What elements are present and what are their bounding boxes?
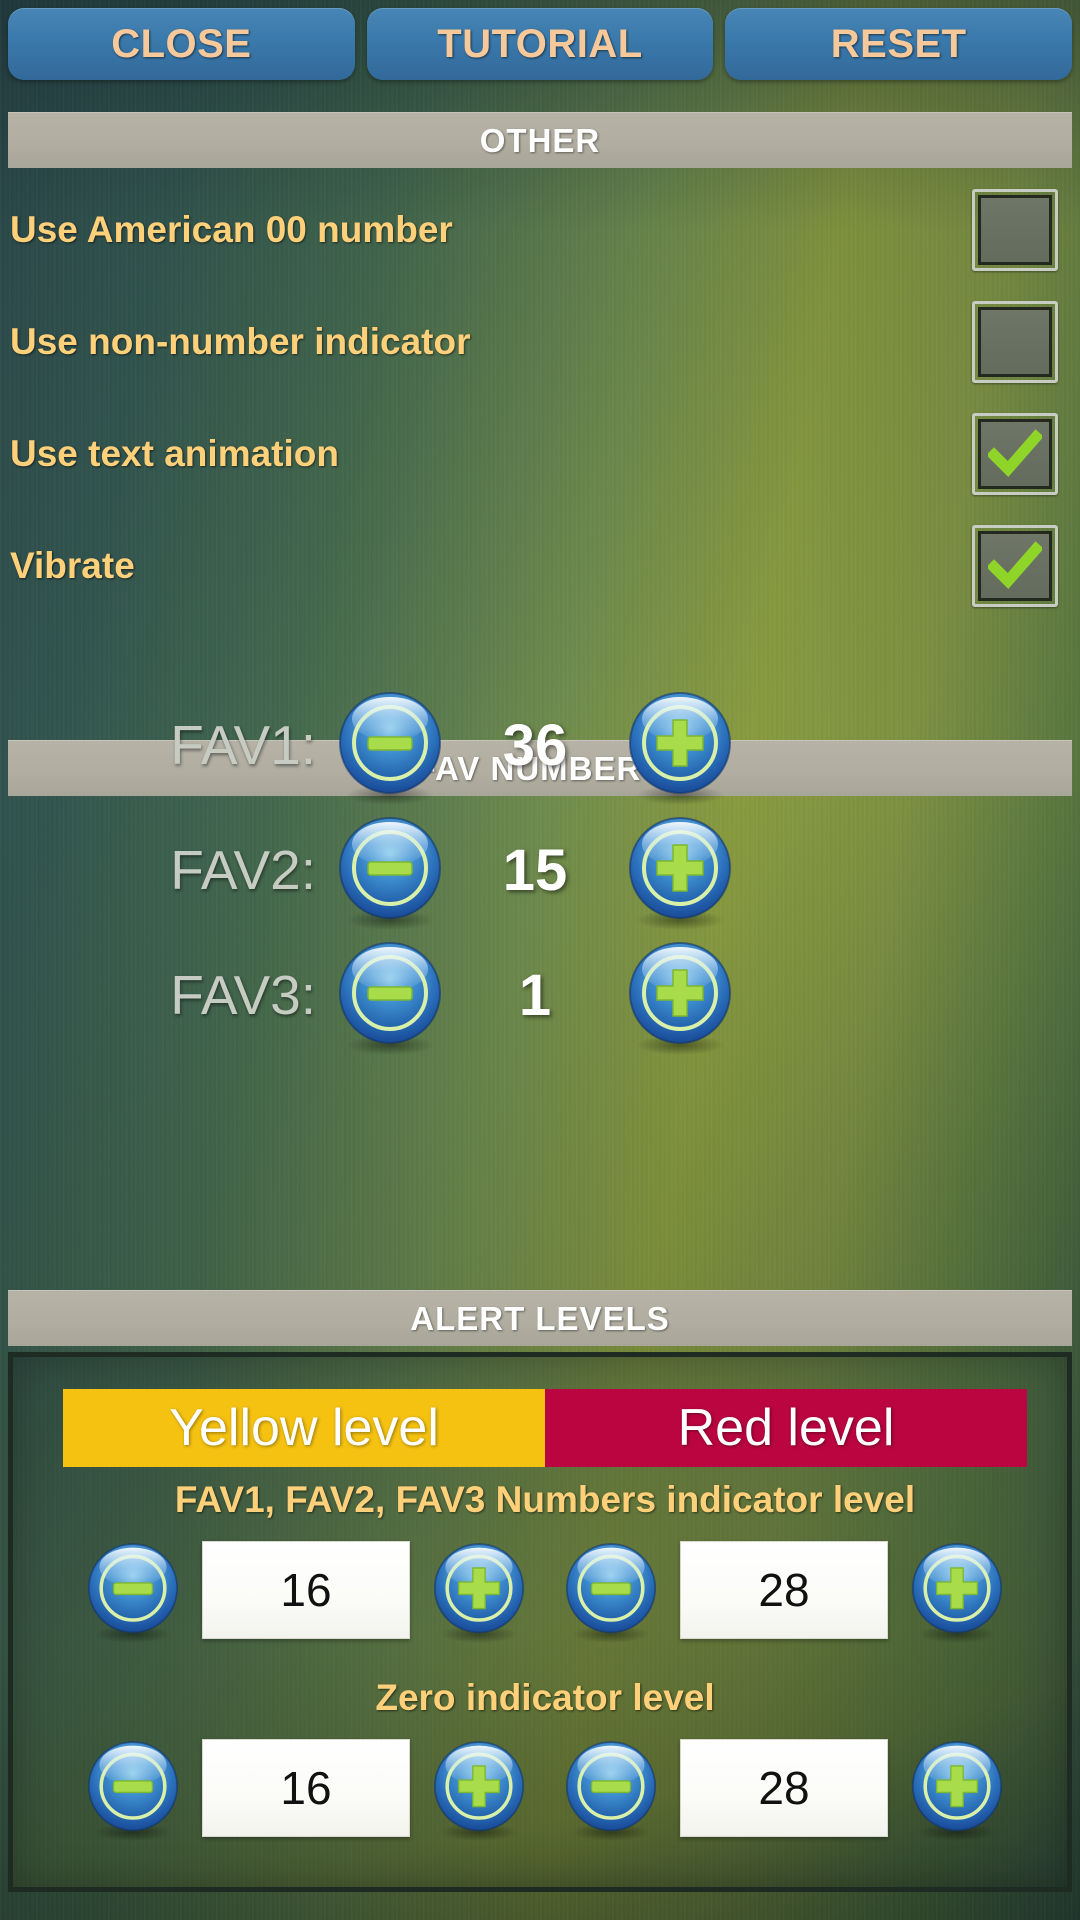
option-row-vibrate[interactable]: Vibrate (0, 510, 1080, 622)
option-row-american-00[interactable]: Use American 00 number (0, 174, 1080, 286)
check-icon (988, 429, 1042, 478)
zero-yellow-minus-button[interactable] (80, 1735, 186, 1841)
checkbox-inner (978, 307, 1052, 377)
reset-button[interactable]: RESET (725, 8, 1073, 80)
checkbox-non-number-indicator[interactable] (972, 301, 1058, 383)
alert-levels-panel: Yellow level Red level FAV1, FAV2, FAV3 … (8, 1352, 1072, 1892)
numbers-yellow-plus-button[interactable] (426, 1537, 532, 1643)
checkbox-text-animation[interactable] (972, 413, 1058, 495)
fav3-label: FAV3: (170, 964, 316, 1026)
fav3-minus-button[interactable] (330, 935, 450, 1055)
fav2-value: 15 (502, 837, 568, 903)
option-label-vibrate: Vibrate (10, 545, 135, 586)
zero-yellow-plus-button[interactable] (426, 1735, 532, 1841)
fav3-value: 1 (518, 962, 552, 1028)
section-header-other: OTHER (8, 112, 1072, 168)
zero-red-minus-button[interactable] (558, 1735, 664, 1841)
checkbox-vibrate[interactable] (972, 525, 1058, 607)
zero-indicator-level-label: Zero indicator level (375, 1677, 715, 1718)
numbers-yellow-input[interactable]: 16 (202, 1541, 410, 1639)
fav-row-3: FAV3: 1 (0, 925, 1080, 1065)
checkbox-american-00[interactable] (972, 189, 1058, 271)
numbers-indicator-stepper-row: 16 28 (13, 1537, 1077, 1643)
zero-indicator-stepper-row: 16 28 (13, 1735, 1077, 1841)
zero-red-plus-button[interactable] (904, 1735, 1010, 1841)
numbers-yellow-minus-button[interactable] (80, 1537, 186, 1643)
checkbox-inner (978, 195, 1052, 265)
numbers-red-plus-button[interactable] (904, 1537, 1010, 1643)
fav-row-1: FAV1: 36 (0, 675, 1080, 815)
check-icon (988, 541, 1042, 590)
option-label-text-animation: Use text animation (10, 433, 339, 474)
fav2-minus-button[interactable] (330, 810, 450, 930)
close-button[interactable]: CLOSE (8, 8, 355, 80)
fav-row-2: FAV2: 15 (0, 800, 1080, 940)
numbers-red-minus-button[interactable] (558, 1537, 664, 1643)
numbers-red-input[interactable]: 28 (680, 1541, 888, 1639)
option-label-american-00: Use American 00 number (10, 209, 453, 250)
level-tabs: Yellow level Red level (63, 1389, 1027, 1467)
option-row-non-number-indicator[interactable]: Use non-number indicator (0, 286, 1080, 398)
fav2-plus-button[interactable] (620, 810, 740, 930)
fav3-plus-button[interactable] (620, 935, 740, 1055)
fav1-label: FAV1: (170, 714, 316, 776)
fav1-minus-button[interactable] (330, 685, 450, 805)
fav2-label: FAV2: (170, 839, 316, 901)
section-header-alert-levels: ALERT LEVELS (8, 1290, 1072, 1346)
tab-yellow-level[interactable]: Yellow level (63, 1389, 545, 1467)
fav1-value: 36 (502, 712, 568, 778)
top-button-bar: CLOSE TUTORIAL RESET (0, 8, 1080, 80)
fav1-plus-button[interactable] (620, 685, 740, 805)
zero-yellow-input[interactable]: 16 (202, 1739, 410, 1837)
checkbox-inner (978, 419, 1052, 489)
zero-red-input[interactable]: 28 (680, 1739, 888, 1837)
tutorial-button[interactable]: TUTORIAL (366, 8, 714, 80)
tab-red-level[interactable]: Red level (545, 1389, 1027, 1467)
option-row-text-animation[interactable]: Use text animation (0, 398, 1080, 510)
numbers-indicator-level-label: FAV1, FAV2, FAV3 Numbers indicator level (174, 1479, 916, 1520)
checkbox-inner (978, 531, 1052, 601)
option-label-non-number-indicator: Use non-number indicator (10, 321, 471, 362)
